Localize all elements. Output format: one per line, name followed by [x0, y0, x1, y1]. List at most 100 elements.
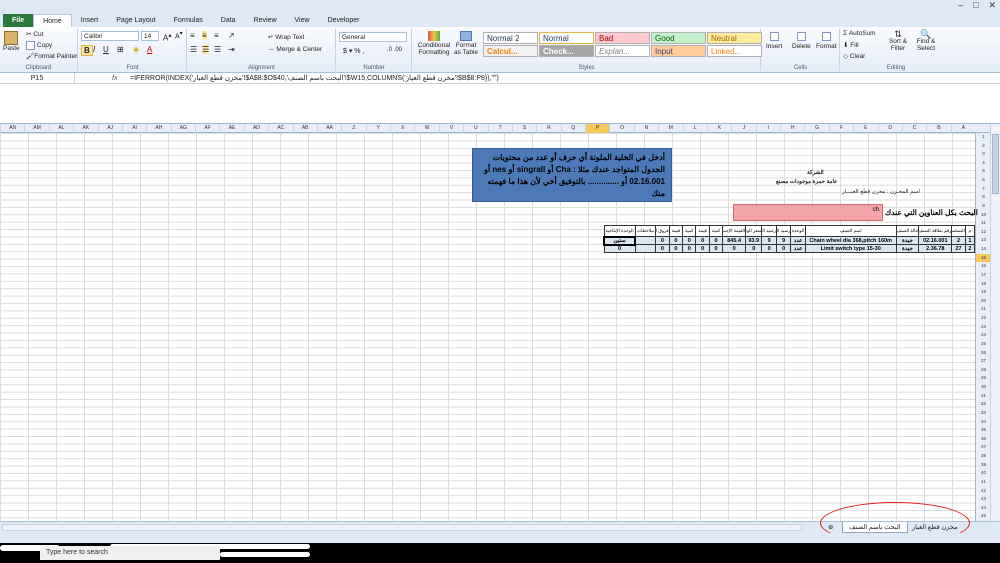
column-header[interactable]: I [755, 124, 780, 133]
number-format-select[interactable]: General [339, 32, 407, 42]
tab-home[interactable]: Home [33, 14, 72, 27]
table-cell[interactable]: 2 [964, 244, 976, 253]
tab-page-layout[interactable]: Page Layout [107, 14, 164, 27]
cut-button[interactable]: ✂ Cut [26, 30, 43, 38]
table-cell[interactable]: Limit switch type 15-30 [804, 244, 897, 253]
row-header[interactable]: 20 [976, 297, 991, 306]
row-header[interactable]: 26 [976, 349, 991, 358]
row-header[interactable]: 3 [976, 150, 991, 159]
table-cell[interactable]: 1 [964, 236, 976, 245]
fill-color-icon[interactable]: ◈ [133, 45, 139, 54]
row-header[interactable]: 1 [976, 133, 991, 142]
clear-button[interactable]: ◇ Clear [843, 52, 865, 60]
table-cell[interactable]: 0 [668, 244, 684, 253]
table-cell[interactable] [634, 236, 657, 245]
style-check-cell[interactable]: Check... [539, 45, 594, 57]
column-header[interactable]: W [414, 124, 438, 133]
style-normal-2[interactable]: Normal 2 [483, 32, 538, 44]
table-cell[interactable]: 0 [695, 236, 710, 245]
column-header[interactable]: AF [195, 124, 219, 133]
tab-developer[interactable]: Developer [319, 14, 369, 27]
column-header[interactable]: AH [146, 124, 170, 133]
merge-center-button[interactable]: ⇔ Merge & Center [268, 46, 322, 53]
table-cell[interactable]: 02.16.001 [918, 236, 953, 245]
column-header[interactable]: Z [341, 124, 365, 133]
minimize-button[interactable]: – [958, 0, 963, 11]
shrink-font-button[interactable]: A▾ [175, 31, 183, 40]
align-center-icon[interactable]: ☰ [202, 45, 210, 54]
style-neutral[interactable]: Neutral [707, 32, 762, 44]
row-header[interactable]: 33 [976, 409, 991, 418]
style-bad[interactable]: Bad [595, 32, 650, 44]
align-bottom-icon[interactable]: ≡ [214, 31, 219, 40]
column-header[interactable]: L [682, 124, 707, 133]
row-header[interactable]: 6 [976, 176, 991, 185]
column-header[interactable]: B [926, 124, 950, 133]
copy-button[interactable]: Copy [26, 41, 52, 50]
row-header[interactable]: 11 [976, 219, 991, 228]
row-header[interactable]: 31 [976, 392, 991, 401]
row-header[interactable]: 15 [976, 253, 991, 263]
row-header[interactable]: 21 [976, 305, 991, 314]
scroll-thumb[interactable] [992, 134, 999, 194]
table-cell[interactable]: 0 [603, 244, 636, 253]
column-header[interactable]: V [438, 124, 463, 133]
column-header[interactable]: K [706, 124, 731, 133]
column-header[interactable]: AK [73, 124, 97, 133]
column-header[interactable]: U [463, 124, 487, 133]
table-cell[interactable]: 0 [761, 244, 777, 253]
column-header[interactable]: A [950, 124, 975, 133]
row-header[interactable]: 37 [976, 443, 991, 452]
table-cell[interactable]: Chain wheel dia 368,pitch 160m [804, 236, 897, 245]
column-header[interactable]: AL [48, 124, 73, 133]
row-header[interactable]: 24 [976, 331, 991, 340]
row-header[interactable]: 25 [976, 340, 991, 349]
column-header[interactable]: N [633, 124, 658, 133]
format-cells-button[interactable]: Format [816, 32, 837, 50]
table-cell[interactable]: 0 [744, 244, 763, 253]
row-header[interactable]: 10 [976, 211, 991, 220]
conditional-formatting-button[interactable]: Conditional Formatting [416, 31, 452, 56]
table-cell[interactable]: جيدة [895, 236, 920, 245]
table-cell[interactable]: 9 [761, 236, 777, 245]
bold-button[interactable]: B [81, 45, 93, 56]
formula-bar-expanded[interactable] [0, 84, 1000, 124]
column-header[interactable]: F [828, 124, 853, 133]
formula-input[interactable]: =IFERROR(INDEX('مخزن قطع الغيار'!$A$8:$O… [130, 73, 499, 84]
column-header[interactable]: X [390, 124, 414, 133]
row-header[interactable]: 12 [976, 228, 991, 237]
column-header[interactable]: P [585, 124, 610, 133]
row-header[interactable]: 41 [976, 478, 991, 487]
row-header[interactable]: 42 [976, 487, 991, 496]
table-cell[interactable]: 0 [708, 236, 724, 245]
borders-icon[interactable]: ⊞ [117, 45, 124, 54]
row-header[interactable]: 27 [976, 357, 991, 366]
column-header[interactable]: AC [268, 124, 292, 133]
row-header[interactable]: 45 [976, 512, 991, 521]
table-cell[interactable]: عدد [790, 236, 806, 245]
column-header[interactable]: R [536, 124, 560, 133]
taskbar-search-input[interactable]: Type here to search [40, 546, 220, 560]
column-header[interactable]: AD [243, 124, 268, 133]
table-cell[interactable]: 0 [655, 236, 670, 245]
tab-view[interactable]: View [286, 14, 319, 27]
table-cell[interactable]: 0 [655, 244, 670, 253]
row-header[interactable]: 44 [976, 504, 991, 513]
column-header[interactable]: AB [292, 124, 317, 133]
font-size-select[interactable]: 14 [141, 31, 159, 41]
row-header[interactable]: 38 [976, 452, 991, 461]
column-header[interactable]: C [901, 124, 926, 133]
align-middle-icon[interactable]: ≡ [202, 31, 207, 40]
table-cell[interactable]: 0 [775, 244, 792, 253]
row-header[interactable]: 28 [976, 366, 991, 375]
vertical-scrollbar[interactable] [990, 124, 1000, 521]
sort-filter-button[interactable]: ⇅ Sort & Filter [885, 30, 911, 53]
column-header[interactable]: J [731, 124, 755, 133]
delete-cells-button[interactable]: Delete [792, 32, 811, 50]
row-header[interactable]: 39 [976, 461, 991, 470]
column-header[interactable]: S [511, 124, 536, 133]
name-box[interactable]: P15 [0, 73, 75, 84]
column-header[interactable]: AA [316, 124, 341, 133]
row-header[interactable]: 35 [976, 426, 991, 435]
tab-file[interactable]: File [3, 14, 34, 27]
